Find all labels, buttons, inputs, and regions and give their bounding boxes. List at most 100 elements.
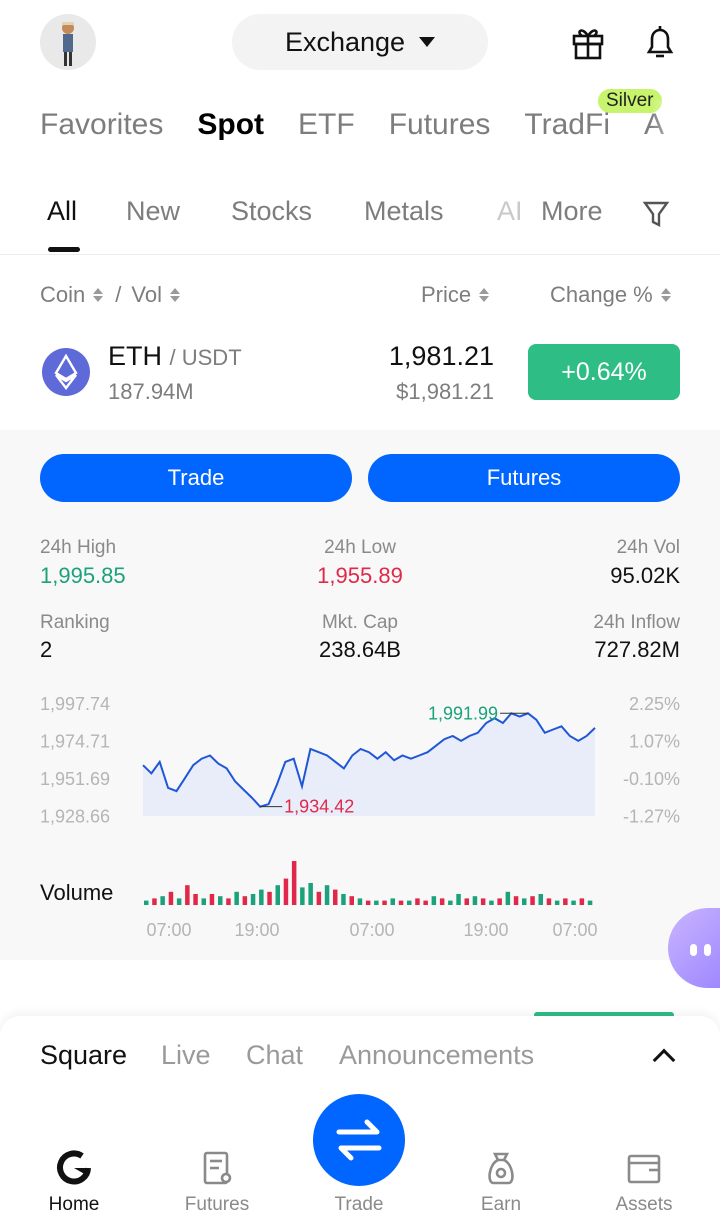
nav-assets[interactable] (594, 1148, 694, 1193)
sort-icon (660, 288, 671, 302)
header-coin: Coin (40, 282, 86, 307)
futures-doc-icon (203, 1151, 232, 1185)
avatar[interactable] (40, 14, 96, 70)
tab-futures[interactable]: Futures (389, 108, 491, 152)
feed-tab-square[interactable]: Square (40, 1040, 127, 1071)
x-tick-label: 19:00 (234, 920, 279, 940)
volume-bar (308, 883, 313, 905)
volume-bar (456, 894, 461, 905)
subtab-metals[interactable]: Metals (364, 196, 444, 227)
nav-earn[interactable] (451, 1148, 551, 1193)
volume-bar (587, 900, 593, 905)
header-change: Change % (550, 282, 653, 307)
stat-low-value: 1,955.89 (317, 563, 403, 588)
volume-bar (201, 898, 206, 905)
home-icon (57, 1150, 91, 1185)
tab-tradfi[interactable]: TradFi (524, 108, 610, 152)
volume-bar (144, 900, 149, 905)
volume-bar (579, 898, 585, 905)
x-tick-label: 19:00 (463, 920, 508, 940)
divider (0, 254, 720, 255)
volume-bar (480, 898, 486, 905)
nav-home[interactable] (24, 1148, 124, 1193)
feed-tab-announcements[interactable]: Announcements (339, 1040, 534, 1071)
coin-symbol: ETH (108, 341, 162, 371)
subtab-ai[interactable]: AI (497, 196, 521, 227)
tab-etf[interactable]: ETF (298, 108, 355, 152)
nav-trade-label: Trade (334, 1194, 384, 1215)
bell-icon[interactable] (640, 22, 680, 62)
change-badge[interactable]: +0.64% (528, 344, 680, 400)
stat-high-value: 1,995.85 (40, 563, 126, 588)
y-tick-label: 1,951.69 (40, 769, 110, 789)
volume-bar (423, 900, 428, 905)
coin-volume: 187.94M (108, 379, 194, 404)
volume-bar (234, 891, 239, 905)
header-vol: Vol (131, 282, 162, 307)
tabs-fade (650, 100, 720, 160)
sort-coin-vol[interactable]: Coin / Vol (40, 282, 180, 308)
volume-bar (152, 898, 157, 905)
volume-bar (291, 861, 297, 905)
volume-bar (431, 896, 437, 905)
futures-button[interactable]: Futures (368, 454, 680, 502)
sort-icon (479, 288, 490, 302)
exchange-label: Exchange (284, 26, 406, 57)
coin-price: 1,981.21 (388, 341, 494, 371)
sort-price[interactable]: Price (421, 282, 490, 308)
caret-down-icon (419, 37, 436, 47)
feed-tab-chat[interactable]: Chat (246, 1040, 303, 1071)
trade-button[interactable]: Trade (40, 454, 352, 502)
nav-futures[interactable] (167, 1148, 267, 1193)
money-bag-icon (488, 1152, 514, 1185)
volume-bar (333, 889, 338, 905)
wallet-icon (627, 1154, 661, 1184)
volume-bar (554, 900, 560, 905)
volume-label: Volume (40, 880, 114, 905)
volume-bar (439, 898, 445, 905)
y-tick-label: 1,928.66 (40, 807, 110, 827)
stat-mcap-label: Mkt. Cap (321, 612, 399, 633)
sort-change[interactable]: Change % (550, 282, 671, 308)
coin-quote: / USDT (169, 345, 242, 370)
filter-icon[interactable] (640, 198, 672, 230)
volume-bar (538, 894, 543, 905)
subtab-more[interactable]: More (541, 196, 603, 227)
volume-bar (316, 891, 322, 905)
volume-bar (563, 898, 568, 905)
volume-bar (505, 891, 511, 905)
volume-bar (390, 898, 395, 905)
coin-price-usd: $1,981.21 (396, 379, 494, 404)
trade-fab[interactable] (313, 1094, 405, 1186)
volume-bar (497, 898, 502, 905)
x-tick-label: 07:00 (552, 920, 597, 940)
stat-mcap-value: 238.64B (319, 637, 401, 662)
y2-tick-label: -1.27% (623, 807, 680, 827)
volume-bar (176, 898, 182, 905)
stat-vol-label: 24h Vol (616, 537, 680, 558)
volume-bar (275, 885, 280, 905)
y-tick-label: 1,997.74 (40, 694, 110, 714)
eth-coin-icon (42, 348, 90, 396)
sort-icon (169, 288, 180, 302)
tab-favorites[interactable]: Favorites (40, 108, 163, 152)
exchange-switcher[interactable]: Exchange (232, 14, 488, 70)
coin-pair[interactable]: ETH / USDT (108, 341, 242, 372)
y2-tick-label: 1.07% (629, 732, 680, 752)
gift-icon[interactable] (568, 22, 608, 62)
volume-bar (349, 896, 354, 905)
volume-bar (472, 896, 478, 905)
swap-icon (336, 1119, 382, 1161)
subtab-all[interactable]: All (47, 196, 77, 227)
feed-tab-live[interactable]: Live (161, 1040, 211, 1071)
volume-bar (546, 898, 552, 905)
volume-bar (571, 900, 576, 905)
volume-bar (530, 896, 535, 905)
subtab-stocks[interactable]: Stocks (231, 196, 312, 227)
stat-high-label: 24h High (40, 537, 117, 558)
subtab-indicator (48, 247, 80, 252)
nav-home-label: Home (48, 1194, 100, 1215)
tab-spot[interactable]: Spot (197, 108, 264, 152)
subtab-new[interactable]: New (126, 196, 180, 227)
sub-tabs: All New Stocks Metals AI More (0, 196, 720, 236)
